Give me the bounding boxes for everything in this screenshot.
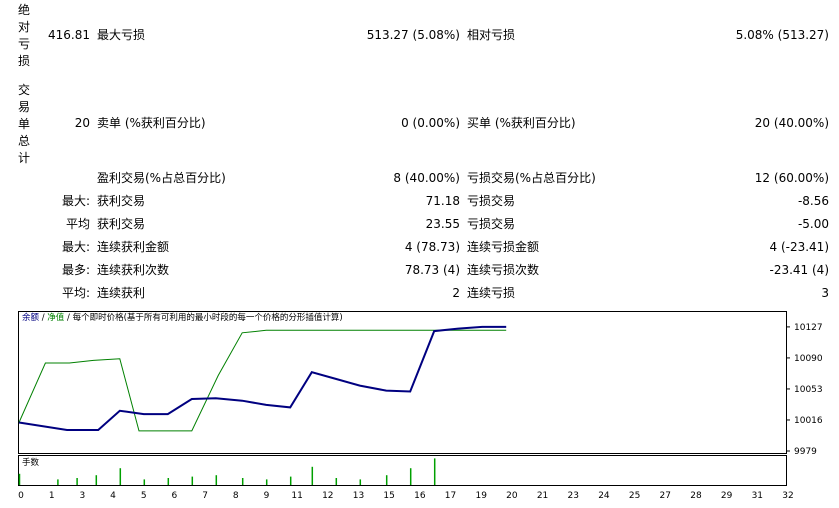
stats-left-label: 连续获利金额 (97, 240, 170, 254)
x-tick-label: 23 (568, 491, 579, 501)
stats-left-value: 23.55 (425, 217, 460, 231)
legend-balance: 余额 (22, 312, 40, 323)
stats-left-value: 71.18 (425, 194, 460, 208)
x-tick-label: 16 (414, 491, 426, 501)
x-tick-label: 19 (475, 491, 487, 501)
stats-right-label: 亏损交易(%占总百分比) (467, 171, 596, 185)
balance-equity-chart: 余额 / 净值 / 每个即时价格(基于所有可利用的最小时段的每一个价格的分形插值… (0, 308, 839, 505)
short-positions-value: 0 (0.00%) (401, 116, 460, 130)
max-drawdown-value: 513.27 (5.08%) (366, 28, 460, 42)
y-axis: 10127 10090 10053 10016 9979 (786, 323, 823, 457)
side-char: 绝 (17, 3, 30, 17)
stats-right-label: 连续亏损金额 (467, 240, 540, 254)
stats-prefix: 平均 (65, 217, 90, 231)
x-tick-label: 25 (629, 491, 640, 501)
side-char: 单 (17, 117, 30, 131)
x-tick-label: 28 (690, 491, 702, 501)
stats-left-label: 连续获利 (97, 286, 146, 300)
x-tick-label: 32 (782, 491, 793, 501)
volume-label: 手数 (22, 457, 40, 468)
legend-text: 余额 / 净值 / 每个即时价格(基于所有可利用的最小时段的每一个价格的分形插值… (22, 312, 343, 323)
x-tick-label: 8 (233, 491, 239, 501)
volume-chart-frame (18, 455, 787, 486)
total-trades-value: 20 (74, 116, 90, 130)
stats-right-value: -5.00 (797, 217, 829, 231)
side-char: 交 (17, 83, 30, 97)
stats-right-value: 3 (821, 286, 829, 300)
relative-drawdown-value: 5.08% (513.27) (735, 28, 829, 42)
stats-prefix: 最大: (61, 194, 90, 208)
stats-left-value: 78.73 (4) (404, 263, 460, 277)
stats-prefix: 最大: (61, 240, 90, 254)
x-tick-label: 15 (383, 491, 394, 501)
x-tick-label: 4 (110, 491, 116, 501)
stats-right-label: 亏损交易 (467, 194, 516, 208)
legend-separator: / (42, 313, 45, 323)
y-tick-label: 10053 (794, 385, 823, 395)
stats-right-value: -23.41 (4) (769, 263, 830, 277)
stats-right-label: 连续亏损次数 (467, 263, 540, 277)
main-chart-frame (18, 311, 787, 454)
x-tick-label: 11 (291, 491, 302, 501)
x-tick-label: 5 (141, 491, 147, 501)
stats-prefix: 最多: (61, 263, 90, 277)
x-tick-label: 27 (660, 491, 671, 501)
x-tick-label: 7 (202, 491, 208, 501)
side-char: 损 (17, 54, 30, 68)
x-tick-label: 21 (537, 491, 548, 501)
y-tick-label: 10016 (794, 416, 823, 426)
y-tick-label: 9979 (794, 447, 817, 457)
stats-right-value: 12 (60.00%) (754, 171, 829, 185)
x-tick-label: 0 (18, 491, 24, 501)
legend-equity: 净值 (47, 312, 65, 323)
stats-right-label: 连续亏损 (467, 286, 516, 300)
side-char: 计 (17, 151, 30, 165)
stats-left-value: 8 (40.00%) (393, 171, 460, 185)
x-tick-label: 31 (752, 491, 763, 501)
side-char: 亏 (17, 37, 30, 51)
legend-description: 每个即时价格(基于所有可利用的最小时段的每一个价格的分形插值计算) (73, 312, 343, 323)
short-positions-label: 卖单 (%获利百分比) (97, 116, 206, 130)
y-tick-label: 10127 (794, 323, 823, 333)
stats-prefix: 平均: (61, 286, 90, 300)
x-tick-label: 20 (506, 491, 518, 501)
x-tick-label: 3 (79, 491, 85, 501)
y-tick-label: 10090 (794, 354, 823, 364)
long-positions-label: 买单 (%获利百分比) (467, 116, 576, 130)
side-char: 对 (17, 20, 30, 34)
x-tick-label: 1 (49, 491, 55, 501)
stats-right-value: -8.56 (797, 194, 829, 208)
long-positions-value: 20 (40.00%) (754, 116, 829, 130)
absolute-drawdown-value: 416.81 (48, 28, 90, 42)
max-drawdown-label: 最大亏损 (97, 28, 146, 42)
stats-left-value: 4 (78.73) (404, 240, 460, 254)
absolute-drawdown-side-label: 绝 对 亏 损 (17, 2, 31, 70)
x-tick-label: 29 (721, 491, 733, 501)
stats-right-value: 4 (-23.41) (769, 240, 830, 254)
stats-left-label: 获利交易 (97, 194, 146, 208)
stats-left-value: 2 (452, 286, 460, 300)
x-tick-label: 12 (322, 491, 333, 501)
stats-right-label: 亏损交易 (467, 217, 516, 231)
x-tick-label: 9 (264, 491, 270, 501)
stats-left-label: 盈利交易(%占总百分比) (97, 171, 226, 185)
legend-separator: / (67, 313, 70, 323)
x-tick-label: 6 (172, 491, 178, 501)
side-char: 总 (17, 134, 30, 148)
x-tick-label: 17 (445, 491, 456, 501)
stats-left-label: 连续获利次数 (97, 263, 170, 277)
relative-drawdown-label: 相对亏损 (467, 28, 516, 42)
x-axis: 0 1 3 4 5 6 7 8 9 11 12 13 15 16 17 19 20 21 23 24 25 27 28 29 3… (18, 491, 794, 501)
side-char: 易 (17, 100, 30, 114)
total-trades-side-label: 交 易 单 总 计 (17, 82, 31, 167)
x-tick-label: 24 (598, 491, 610, 501)
chart-svg: 余额 / 净值 / 每个即时价格(基于所有可利用的最小时段的每一个价格的分形插值… (18, 311, 823, 501)
stats-left-label: 获利交易 (97, 217, 146, 231)
x-tick-label: 13 (353, 491, 364, 501)
